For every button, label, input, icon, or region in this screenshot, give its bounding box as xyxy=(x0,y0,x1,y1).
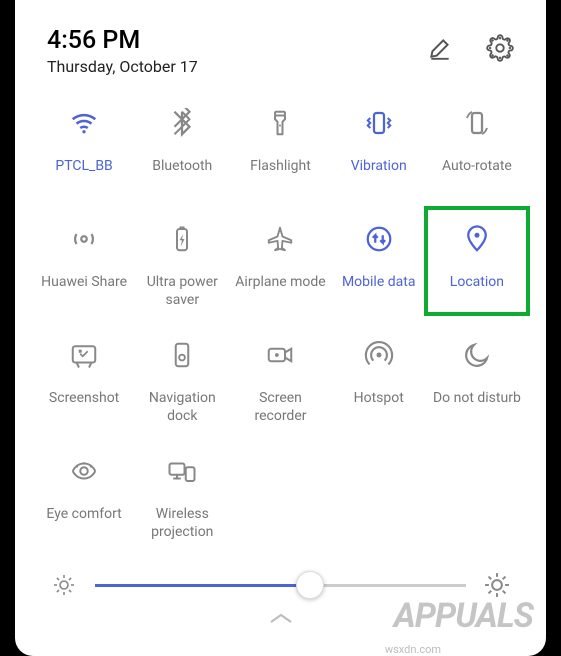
slider-track xyxy=(95,584,466,587)
clock-date: Thursday, October 17 xyxy=(47,57,426,76)
slider-thumb[interactable] xyxy=(296,571,324,599)
tile-wireless[interactable]: Wireless projection xyxy=(133,454,231,544)
tiles-grid: PTCL_BB Bluetooth Flashlight Vibration Auto-… xyxy=(35,106,526,544)
tile-label: Huawei Share xyxy=(41,274,127,292)
tile-label: Flashlight xyxy=(250,158,311,176)
navdock-icon xyxy=(165,338,199,372)
time-date-block: 4:56 PM Thursday, October 17 xyxy=(47,26,426,76)
tile-label: Do not disturb xyxy=(433,390,521,408)
slider-track-fill xyxy=(95,584,310,587)
bluetooth-icon xyxy=(165,106,199,140)
brightness-row xyxy=(35,572,526,598)
brightness-slider[interactable] xyxy=(95,573,466,597)
chevron-up-icon xyxy=(263,610,299,626)
hotspot-icon xyxy=(362,338,396,372)
tile-label: PTCL_BB xyxy=(55,158,112,176)
tile-label: Screenshot xyxy=(49,390,119,408)
airplane-icon xyxy=(263,222,297,256)
tile-dnd[interactable]: Do not disturb xyxy=(428,338,526,428)
collapse-handle[interactable] xyxy=(35,598,526,626)
battery-icon xyxy=(165,222,199,256)
tile-label: Hotspot xyxy=(354,390,404,408)
tile-bluetooth[interactable]: Bluetooth xyxy=(133,106,231,196)
tile-eyecomfort[interactable]: Eye comfort xyxy=(35,454,133,544)
tile-screenshot[interactable]: Screenshot xyxy=(35,338,133,428)
tile-flashlight[interactable]: Flashlight xyxy=(231,106,329,196)
header-actions xyxy=(426,26,514,62)
edit-icon xyxy=(427,35,453,61)
tile-vibration[interactable]: Vibration xyxy=(330,106,428,196)
tile-label: Ultra power saver xyxy=(147,274,218,309)
tile-autorotate[interactable]: Auto-rotate xyxy=(428,106,526,196)
tile-huaweishare[interactable]: Huawei Share xyxy=(35,222,133,312)
moon-icon xyxy=(460,338,494,372)
settings-button[interactable] xyxy=(486,34,514,62)
tile-label: Bluetooth xyxy=(152,158,212,176)
edit-button[interactable] xyxy=(426,34,454,62)
tile-label: Airplane mode xyxy=(235,274,325,292)
tile-airplane[interactable]: Airplane mode xyxy=(231,222,329,312)
tile-ultrapower[interactable]: Ultra power saver xyxy=(133,222,231,312)
mobiledata-icon xyxy=(362,222,396,256)
tile-label: Location xyxy=(450,274,504,292)
gear-icon xyxy=(486,34,514,62)
clock-time: 4:56 PM xyxy=(47,26,426,55)
tile-label: Wireless projection xyxy=(151,506,213,541)
tile-screenrec[interactable]: Screen recorder xyxy=(231,338,329,428)
huaweishare-icon xyxy=(67,222,101,256)
tile-label: Mobile data xyxy=(342,274,415,292)
tile-location[interactable]: Location xyxy=(428,222,526,312)
eye-icon xyxy=(67,454,101,488)
tile-label: Screen recorder xyxy=(254,390,306,425)
tile-label: Navigation dock xyxy=(149,390,216,425)
tile-navdock[interactable]: Navigation dock xyxy=(133,338,231,428)
location-icon xyxy=(460,222,494,256)
wifi-icon xyxy=(67,106,101,140)
screenrec-icon xyxy=(263,338,297,372)
autorotate-icon xyxy=(460,106,494,140)
tile-wifi[interactable]: PTCL_BB xyxy=(35,106,133,196)
tile-mobiledata[interactable]: Mobile data xyxy=(330,222,428,312)
brightness-high-icon xyxy=(484,572,510,598)
wireless-icon xyxy=(165,454,199,488)
brightness-low-icon xyxy=(51,572,77,598)
header: 4:56 PM Thursday, October 17 xyxy=(35,26,526,76)
quick-settings-panel: 4:56 PM Thursday, October 17 PTCL_BB Blue… xyxy=(15,0,546,656)
tile-hotspot[interactable]: Hotspot xyxy=(330,338,428,428)
vibration-icon xyxy=(362,106,396,140)
tile-label: Auto-rotate xyxy=(442,158,512,176)
tile-label: Vibration xyxy=(351,158,407,176)
screenshot-icon xyxy=(67,338,101,372)
flashlight-icon xyxy=(263,106,297,140)
tile-label: Eye comfort xyxy=(46,506,121,524)
